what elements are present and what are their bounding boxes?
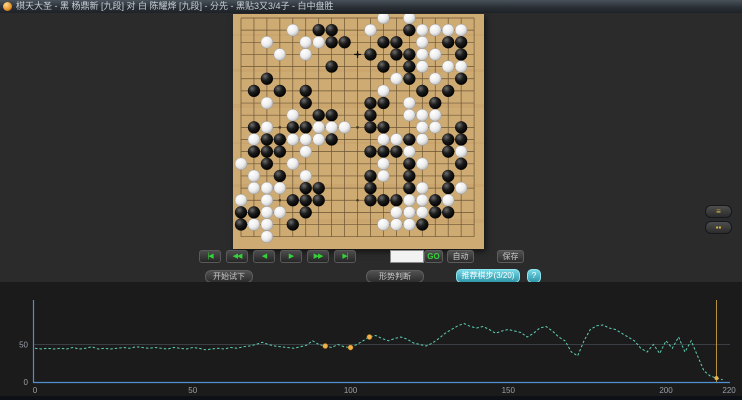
list-icon: ≡ <box>716 207 721 216</box>
nav-fast-forward-button[interactable]: ▶▶ <box>307 250 329 263</box>
auto-play-button[interactable]: 自动 <box>447 250 474 263</box>
nav-last-button[interactable]: ▶| <box>334 250 356 263</box>
nav-fast-back-button[interactable]: ◀◀ <box>226 250 248 263</box>
go-board-canvas[interactable] <box>233 14 484 249</box>
svg-text:50: 50 <box>19 341 28 350</box>
titlebar: 棋天大圣 - 黑 杨鼎新 [九段] 对 白 陈耀烨 [九段] - 分先 - 黑贴… <box>0 0 742 13</box>
svg-text:50: 50 <box>188 386 197 395</box>
nav-forward-button[interactable]: ▶ <box>280 250 302 263</box>
nav-first-button[interactable]: |◀ <box>199 250 221 263</box>
analysis-chart-button[interactable]: ▪▪ <box>705 221 732 234</box>
winrate-chart[interactable]: 0 50 0 50 100 150 200 220 <box>0 282 742 396</box>
svg-text:200: 200 <box>659 386 673 395</box>
svg-text:220: 220 <box>722 386 736 395</box>
svg-text:0: 0 <box>24 378 29 387</box>
help-button[interactable]: ? <box>527 269 541 283</box>
go-button[interactable]: GO <box>424 250 443 263</box>
save-button[interactable]: 保存 <box>497 250 524 263</box>
svg-text:100: 100 <box>344 386 358 395</box>
app-window: 棋天大圣 - 黑 杨鼎新 [九段] 对 白 陈耀烨 [九段] - 分先 - 黑贴… <box>0 0 742 400</box>
nav-back-button[interactable]: ◀ <box>253 250 275 263</box>
window-title: 棋天大圣 - 黑 杨鼎新 [九段] 对 白 陈耀烨 [九段] - 分先 - 黑贴… <box>16 1 334 11</box>
suggest-moves-button[interactable]: 推荐棋步(3/20) <box>456 269 520 283</box>
svg-text:0: 0 <box>33 386 38 395</box>
svg-text:150: 150 <box>502 386 516 395</box>
bar-chart-icon: ▪▪ <box>715 223 722 232</box>
app-icon <box>3 2 12 11</box>
taskbar[interactable] <box>0 396 742 400</box>
winrate-panel: 050050100150200220 216 = 5.2% <box>0 282 742 396</box>
move-list-button[interactable]: ≡ <box>705 205 732 218</box>
move-number-input[interactable] <box>390 250 424 263</box>
go-board[interactable] <box>233 14 484 249</box>
